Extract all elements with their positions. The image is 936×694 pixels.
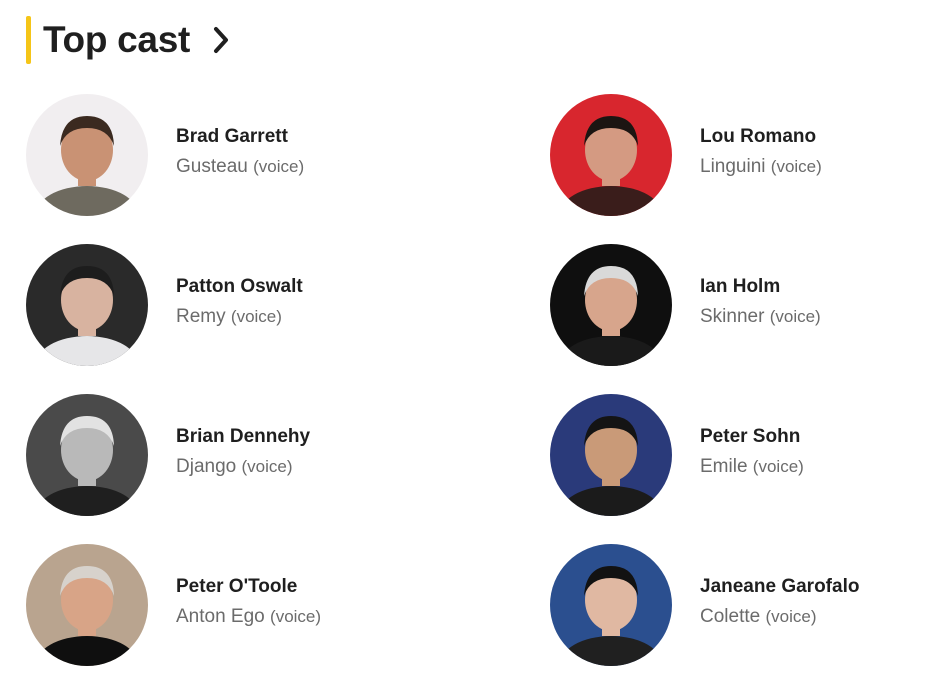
cast-item: Patton Oswalt Remy (voice) bbox=[26, 244, 550, 394]
actor-name-link[interactable]: Ian Holm bbox=[700, 275, 821, 299]
actor-name-link[interactable]: Lou Romano bbox=[700, 125, 822, 149]
actor-photo[interactable] bbox=[550, 94, 672, 216]
cast-grid: Brad Garrett Gusteau (voice) Lou Romano … bbox=[26, 94, 906, 694]
character-name: Remy bbox=[176, 306, 226, 327]
role-note: (voice) bbox=[230, 307, 282, 326]
role-note: (voice) bbox=[770, 157, 822, 176]
cast-text: Patton Oswalt Remy (voice) bbox=[176, 244, 303, 329]
cast-text: Lou Romano Linguini (voice) bbox=[700, 94, 822, 179]
character-line: Skinner (voice) bbox=[700, 305, 821, 329]
cast-item: Peter Sohn Emile (voice) bbox=[550, 394, 906, 544]
character-line: Anton Ego (voice) bbox=[176, 605, 321, 629]
character-line: Remy (voice) bbox=[176, 305, 303, 329]
section-title[interactable]: Top cast bbox=[43, 16, 190, 64]
character-line: Django (voice) bbox=[176, 455, 310, 479]
character-name: Linguini bbox=[700, 156, 766, 177]
role-note: (voice) bbox=[241, 457, 293, 476]
actor-name-link[interactable]: Peter Sohn bbox=[700, 425, 804, 449]
actor-name-link[interactable]: Peter O'Toole bbox=[176, 575, 321, 599]
cast-item: Brian Dennehy Django (voice) bbox=[26, 394, 550, 544]
character-name: Emile bbox=[700, 456, 748, 477]
character-line: Emile (voice) bbox=[700, 455, 804, 479]
character-line: Linguini (voice) bbox=[700, 155, 822, 179]
actor-photo[interactable] bbox=[550, 394, 672, 516]
actor-name-link[interactable]: Brad Garrett bbox=[176, 125, 304, 149]
cast-text: Janeane Garofalo Colette (voice) bbox=[700, 544, 859, 629]
character-name: Gusteau bbox=[176, 156, 248, 177]
role-note: (voice) bbox=[270, 607, 322, 626]
character-line: Gusteau (voice) bbox=[176, 155, 304, 179]
actor-photo[interactable] bbox=[26, 544, 148, 666]
character-name: Skinner bbox=[700, 306, 765, 327]
cast-item: Peter O'Toole Anton Ego (voice) bbox=[26, 544, 550, 694]
section-header[interactable]: Top cast bbox=[26, 16, 232, 64]
cast-item: Ian Holm Skinner (voice) bbox=[550, 244, 906, 394]
cast-text: Peter O'Toole Anton Ego (voice) bbox=[176, 544, 321, 629]
cast-text: Peter Sohn Emile (voice) bbox=[700, 394, 804, 479]
role-note: (voice) bbox=[752, 457, 804, 476]
role-note: (voice) bbox=[765, 607, 817, 626]
character-name: Django bbox=[176, 456, 237, 477]
cast-item: Brad Garrett Gusteau (voice) bbox=[26, 94, 550, 244]
actor-photo[interactable] bbox=[550, 544, 672, 666]
accent-bar bbox=[26, 16, 31, 64]
character-name: Colette bbox=[700, 606, 761, 627]
cast-text: Ian Holm Skinner (voice) bbox=[700, 244, 821, 329]
chevron-right-icon[interactable] bbox=[210, 24, 232, 56]
actor-name-link[interactable]: Janeane Garofalo bbox=[700, 575, 859, 599]
actor-photo[interactable] bbox=[26, 394, 148, 516]
character-line: Colette (voice) bbox=[700, 605, 859, 629]
actor-photo[interactable] bbox=[26, 94, 148, 216]
actor-photo[interactable] bbox=[26, 244, 148, 366]
character-name: Anton Ego bbox=[176, 606, 265, 627]
actor-name-link[interactable]: Patton Oswalt bbox=[176, 275, 303, 299]
cast-text: Brian Dennehy Django (voice) bbox=[176, 394, 310, 479]
actor-name-link[interactable]: Brian Dennehy bbox=[176, 425, 310, 449]
cast-item: Lou Romano Linguini (voice) bbox=[550, 94, 906, 244]
cast-item: Janeane Garofalo Colette (voice) bbox=[550, 544, 906, 694]
actor-photo[interactable] bbox=[550, 244, 672, 366]
role-note: (voice) bbox=[253, 157, 305, 176]
role-note: (voice) bbox=[769, 307, 821, 326]
cast-text: Brad Garrett Gusteau (voice) bbox=[176, 94, 304, 179]
